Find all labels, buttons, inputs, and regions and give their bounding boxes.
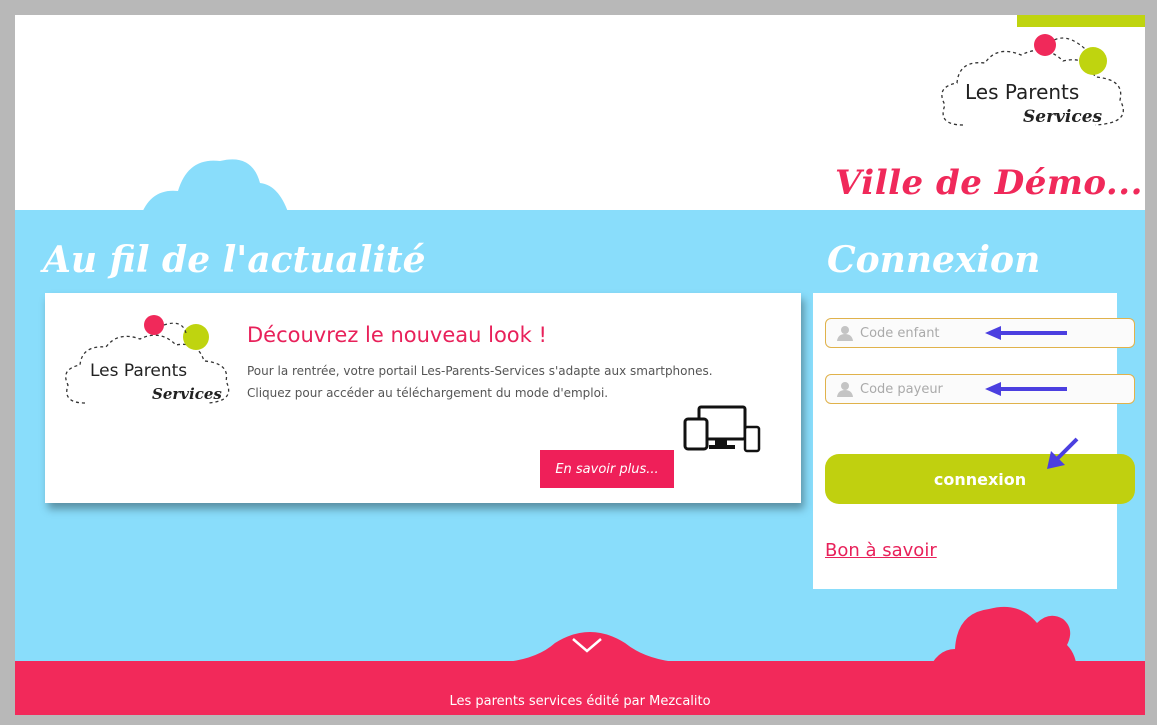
chevron-down-icon[interactable] [571,637,603,653]
footer-text: Les parents services édité par Mezcalito [449,694,711,709]
payer-code-input[interactable] [860,381,980,397]
child-code-field[interactable] [825,318,1135,348]
arrow-icon [985,382,1067,396]
read-more-button[interactable]: En savoir plus... [540,450,674,488]
brand-line1: Les Parents [965,80,1080,104]
page-frame: Les Parents Services Ville de Démo... Au… [15,15,1145,715]
brand-logo[interactable]: Les Parents Services [935,25,1135,135]
news-section-title: Au fil de l'actualité [43,239,426,281]
footer: Les parents services édité par Mezcalito [15,661,1145,715]
arrow-icon [985,326,1067,340]
news-card[interactable]: Les Parents Services Découvrez le nouvea… [45,293,801,503]
news-paragraph-1: Pour la rentrée, votre portail Les-Paren… [247,364,713,378]
arrow-icon [1047,437,1079,469]
good-to-know-link[interactable]: Bon à savoir [825,540,937,561]
card-logo-line1: Les Parents [90,361,188,381]
login-panel: connexion Bon à savoir [813,293,1135,589]
town-name: Ville de Démo... [835,163,1143,203]
brand-line2: Services [1023,107,1103,127]
payer-code-field[interactable] [825,374,1135,404]
user-icon [837,382,853,397]
login-section-title: Connexion [827,239,1041,281]
news-paragraph-2: Cliquez pour accéder au téléchargement d… [247,386,609,400]
news-body: Pour la rentrée, votre portail Les-Paren… [247,360,787,404]
card-logo-line2: Services [152,385,222,403]
cloud-left-decoration [140,159,290,218]
devices-icon [683,405,761,453]
news-heading: Découvrez le nouveau look ! [247,323,547,347]
card-logo: Les Parents Services [60,311,240,421]
user-icon [837,326,853,341]
connect-button[interactable]: connexion [825,454,1135,504]
child-code-input[interactable] [860,325,980,341]
